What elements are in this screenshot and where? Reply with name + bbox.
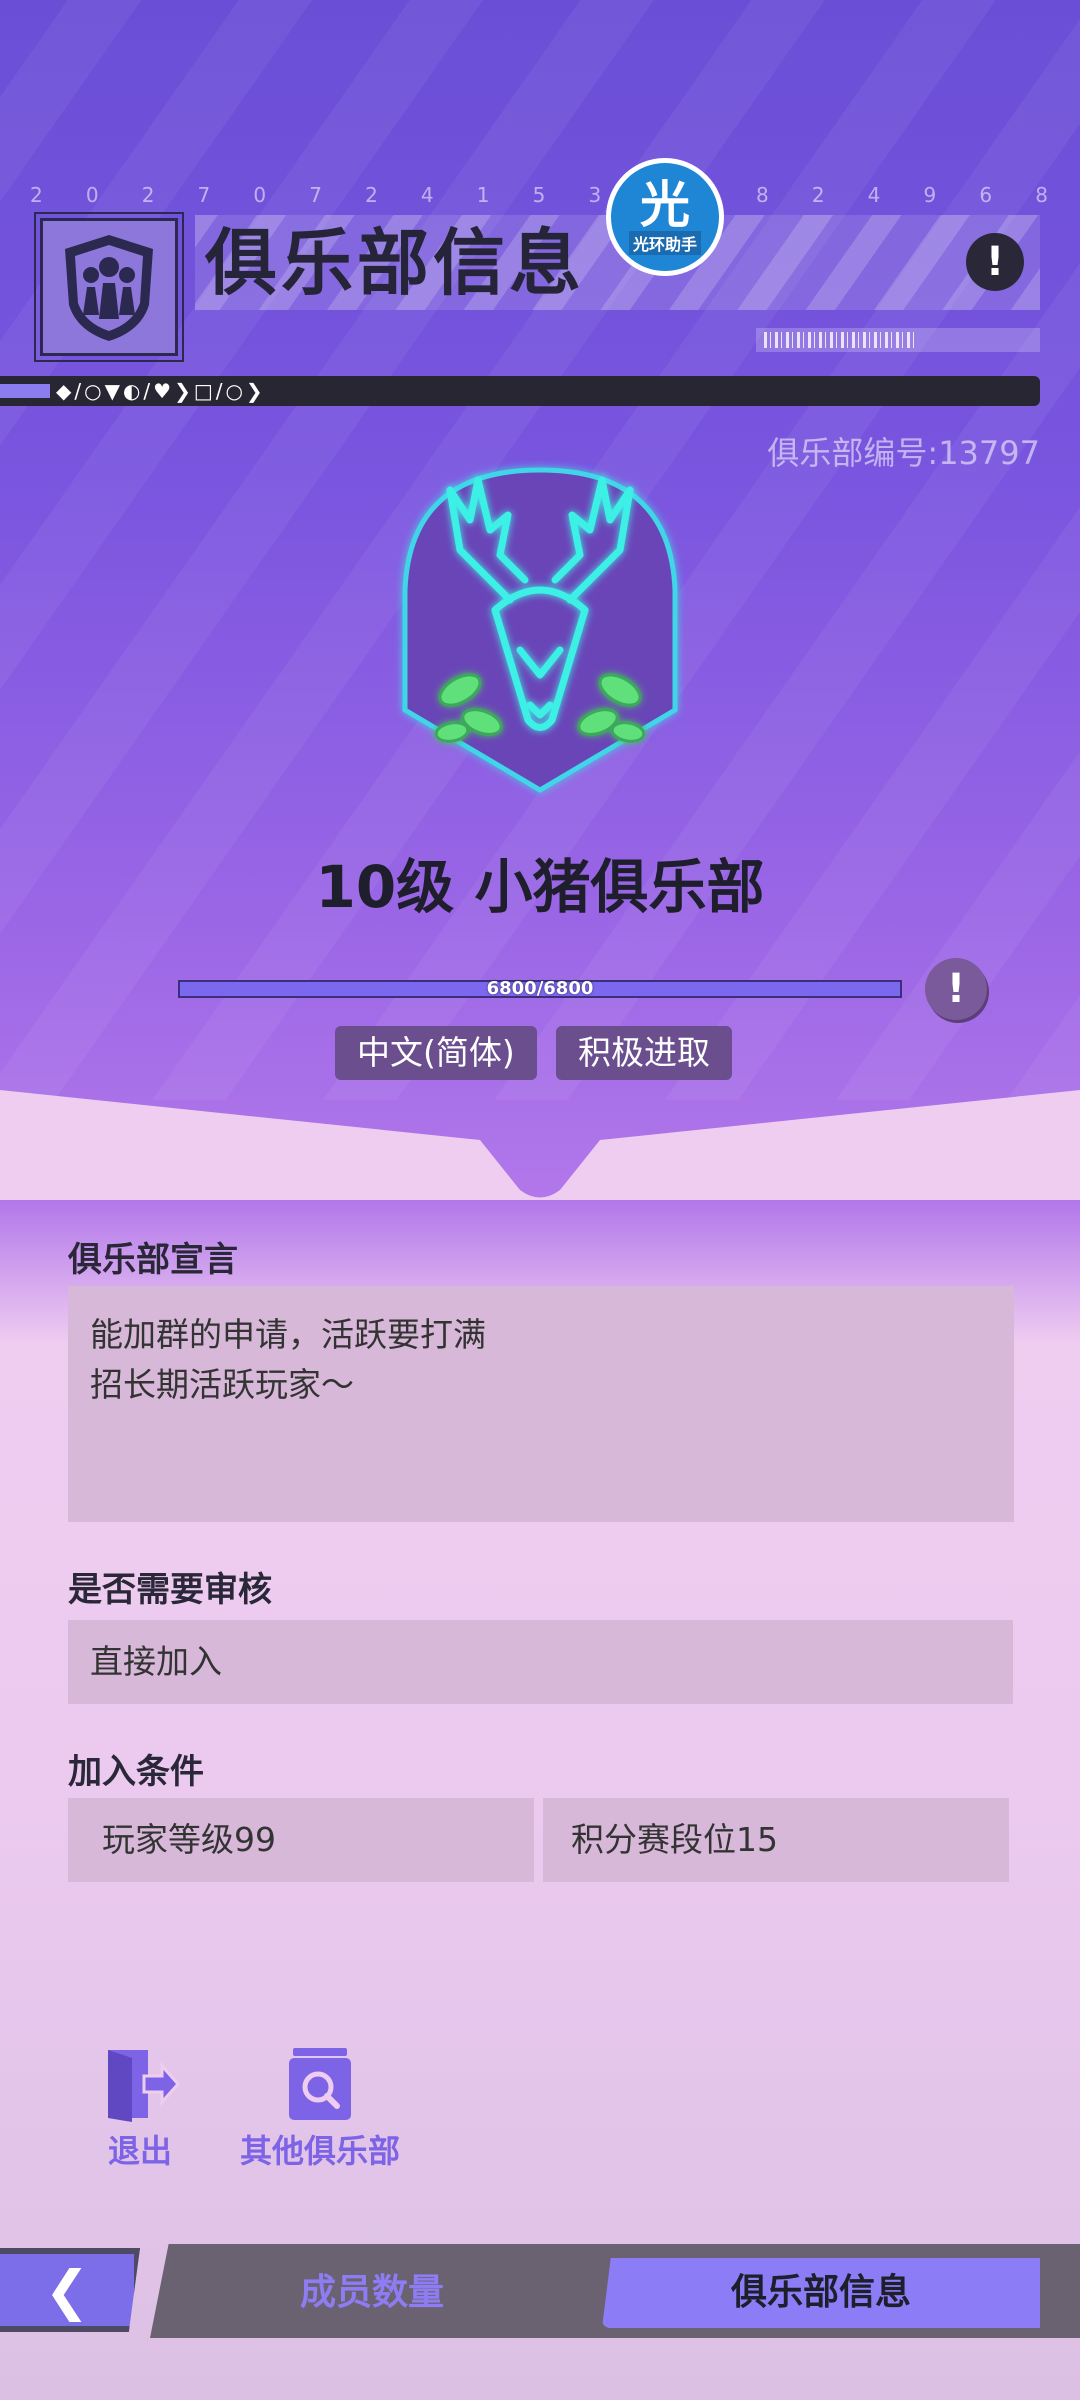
panel-notch [0, 1090, 1080, 1200]
search-clubs-icon [289, 2048, 351, 2120]
exit-door-icon [108, 2050, 180, 2122]
serial-digit: 0 [253, 183, 269, 207]
serial-digit: 5 [532, 183, 548, 207]
other-clubs-label: 其他俱乐部 [239, 2132, 400, 2170]
club-name: 10级 小猪俱乐部 [315, 853, 765, 921]
symbol-strip-text: ◆/○▼◐/♥❯□/○❯ [56, 379, 266, 403]
barcode-strip [756, 328, 1040, 352]
strip-accent [0, 384, 50, 398]
exclamation-icon: ! [946, 966, 966, 1012]
serial-digit: 6 [979, 183, 995, 207]
manifesto-box: 能加群的申请，活跃要打满 招长期活跃玩家～ [68, 1286, 1014, 1522]
exit-label: 退出 [107, 2132, 172, 2170]
language-tag: 中文(简体) [335, 1026, 537, 1080]
chevron-left-icon: ❮ [44, 2258, 90, 2322]
tab-club-info[interactable]: 俱乐部信息 [602, 2258, 1040, 2328]
club-emblem-frame [34, 212, 184, 362]
tab-members[interactable]: 成员数量 [172, 2258, 572, 2328]
logo-glyph: 光 [640, 176, 690, 234]
club-badge-deer-icon [402, 467, 678, 793]
serial-digit: 1 [476, 183, 492, 207]
serial-digit: 4 [420, 183, 436, 207]
xp-info-button[interactable]: ! [925, 958, 987, 1020]
serial-digit: 2 [141, 183, 157, 207]
xp-text: 6800/6800 [486, 978, 594, 999]
style-tag: 积极进取 [556, 1026, 732, 1080]
serial-digit: 9 [923, 183, 939, 207]
barcode-lines [764, 332, 914, 348]
serial-digit: 3 [588, 183, 604, 207]
condition-level-field: 玩家等级99 [68, 1798, 534, 1882]
serial-digit: 8 [1035, 183, 1050, 207]
chess-pawns-shield-icon [65, 235, 153, 341]
club-id: 俱乐部编号:13797 [767, 434, 1040, 472]
manifesto-line: 招长期活跃玩家～ [90, 1365, 354, 1404]
conditions-label: 加入条件 [68, 1752, 204, 1792]
page-title: 俱乐部信息 [205, 221, 586, 305]
serial-digit: 7 [197, 183, 213, 207]
serial-digit: 4 [867, 183, 883, 207]
serial-digit: 8 [755, 183, 771, 207]
review-label: 是否需要审核 [68, 1570, 272, 1610]
serial-digit: 2 [30, 183, 45, 207]
manifesto-label: 俱乐部宣言 [68, 1240, 238, 1280]
condition-rank-field: 积分赛段位15 [543, 1798, 1009, 1882]
review-value-field: 直接加入 [68, 1620, 1013, 1704]
exclamation-icon: ! [985, 239, 1005, 285]
symbol-strip-bar: ◆/○▼◐/♥❯□/○❯ [0, 376, 1040, 406]
back-button[interactable]: ❮ [0, 2248, 140, 2332]
serial-digit: 2 [811, 183, 827, 207]
other-clubs-button[interactable]: 其他俱乐部 [232, 2046, 408, 2172]
exit-button[interactable]: 退出 [90, 2046, 190, 2172]
serial-digit: 7 [309, 183, 324, 207]
xp-progress-bar: 6800/6800 [178, 978, 902, 999]
manifesto-line: 能加群的申请，活跃要打满 [90, 1315, 486, 1354]
header-info-button[interactable]: ! [966, 233, 1024, 291]
serial-number-row: 2 0 2 7 0 7 2 4 1 5 3 5 0 8 2 4 9 6 8 [30, 183, 1050, 207]
logo-label: 光环助手 [628, 231, 701, 255]
serial-digit: 0 [85, 183, 101, 207]
serial-digit: 2 [365, 183, 380, 207]
app-logo[interactable]: 光 光环助手 [606, 158, 724, 276]
